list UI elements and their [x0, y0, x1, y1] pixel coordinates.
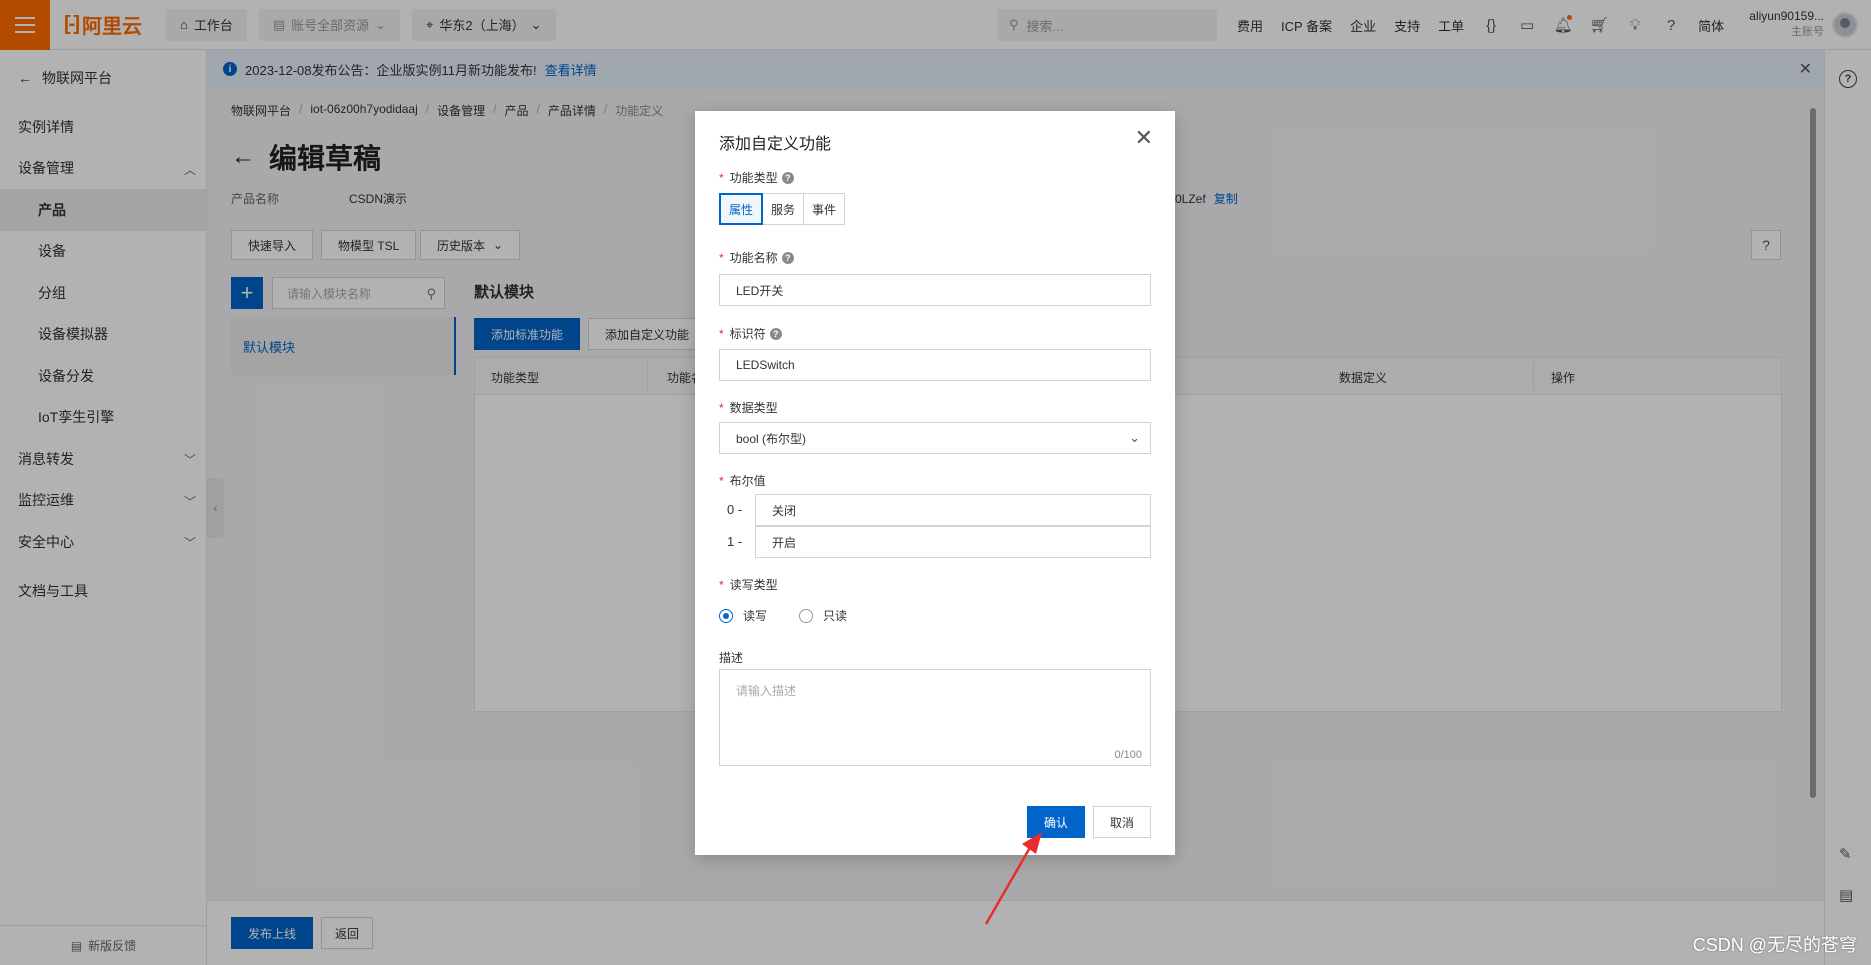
bool-false-row: 0 - 关闭: [719, 494, 1151, 526]
radio-icon: [799, 608, 813, 623]
question-icon[interactable]: ?: [769, 327, 782, 340]
func-type-segmented: 属性 服务 事件: [719, 193, 846, 225]
desc-label: 描述: [719, 651, 744, 665]
func-type-label: * 功能类型 ?: [719, 169, 794, 186]
rw-type-label: * 读写类型: [719, 577, 778, 593]
func-name-input[interactable]: LED开关: [719, 274, 1151, 306]
data-type-label: * 数据类型: [719, 400, 778, 416]
func-type-property[interactable]: 属性: [719, 193, 764, 225]
bool-false-input[interactable]: 关闭: [755, 494, 1151, 526]
data-type-select[interactable]: bool (布尔型) ⌄: [719, 422, 1151, 454]
chevron-down-icon: ⌄: [1129, 430, 1140, 445]
rw-read-only-radio[interactable]: 只读: [799, 607, 847, 624]
close-icon[interactable]: ✕: [1135, 127, 1153, 149]
radio-selected-icon: [719, 608, 733, 623]
func-name-label: * 功能名称 ?: [719, 249, 794, 266]
dialog-title: 添加自定义功能: [719, 136, 832, 153]
char-count: 0/100: [1114, 749, 1142, 761]
desc-textarea[interactable]: 请输入描述 0/100: [719, 669, 1151, 766]
watermark: CSDN @无尽的苍穹: [1692, 935, 1857, 955]
identifier-label: * 标识符 ?: [719, 325, 782, 342]
question-icon[interactable]: ?: [781, 171, 794, 184]
func-type-event[interactable]: 事件: [803, 193, 846, 225]
func-type-service[interactable]: 服务: [762, 193, 805, 225]
question-icon[interactable]: ?: [781, 251, 794, 264]
bool-label: * 布尔值: [719, 473, 766, 489]
rw-read-write-radio[interactable]: 读写: [719, 607, 767, 624]
bool-true-input[interactable]: 开启: [755, 526, 1151, 558]
bool-true-row: 1 - 开启: [719, 526, 1151, 558]
annotation-arrow-icon: [984, 832, 1042, 925]
add-custom-function-dialog: 添加自定义功能 ✕ * 功能类型 ? 属性 服务 事件 * 功能名称 ? LED开关…: [695, 111, 1175, 855]
cancel-button[interactable]: 取消: [1093, 806, 1151, 838]
identifier-input[interactable]: LEDSwitch: [719, 349, 1151, 381]
